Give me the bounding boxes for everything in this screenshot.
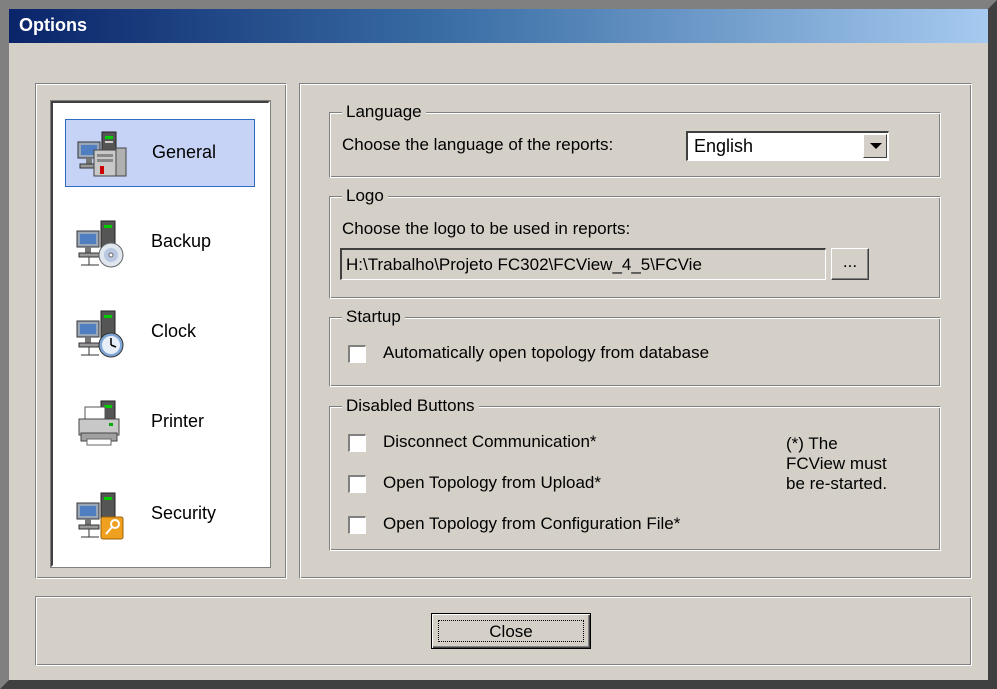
nav-item-backup[interactable]: Backup	[65, 209, 255, 277]
logo-prompt: Choose the logo to be used in reports:	[342, 219, 631, 238]
nav-item-label: General	[152, 142, 217, 162]
title-bar[interactable]: Options	[9, 9, 988, 43]
disconnect-communication-checkbox[interactable]	[347, 433, 367, 453]
disconnect-communication-label[interactable]: Disconnect Communication*	[383, 432, 597, 452]
security-key-icon	[76, 492, 124, 540]
nav-item-security[interactable]: Security	[65, 481, 255, 549]
language-select[interactable]: English	[686, 131, 889, 161]
open-topology-config-file-checkbox[interactable]	[347, 515, 367, 535]
backup-disc-icon	[76, 220, 124, 268]
restart-note-line: be re-started.	[786, 474, 888, 493]
close-button[interactable]: Close	[431, 613, 591, 649]
category-list[interactable]: General Backup Clock Printer Security	[50, 100, 271, 568]
close-button-label: Close	[489, 622, 533, 641]
dropdown-button[interactable]	[863, 134, 887, 158]
logo-path-value: H:\Trabalho\Projeto FC302\FCView_4_5\FCV…	[346, 255, 702, 274]
nav-item-label: Backup	[151, 231, 212, 251]
disabled-buttons-legend: Disabled Buttons	[342, 396, 479, 416]
logo-legend: Logo	[342, 186, 388, 206]
general-computer-icon	[77, 131, 127, 177]
auto-open-topology-checkbox[interactable]	[347, 344, 367, 364]
language-prompt: Choose the language of the reports:	[342, 135, 614, 154]
printer-icon	[78, 400, 120, 446]
nav-item-general[interactable]: General	[65, 119, 255, 187]
restart-note-line: (*) The	[786, 434, 838, 453]
nav-item-label: Clock	[151, 321, 197, 341]
language-legend: Language	[342, 102, 426, 122]
restart-note-line: FCView must	[786, 454, 887, 473]
nav-item-printer[interactable]: Printer	[65, 389, 255, 457]
auto-open-topology-label[interactable]: Automatically open topology from databas…	[383, 343, 709, 363]
open-topology-upload-label[interactable]: Open Topology from Upload*	[383, 473, 601, 493]
nav-item-clock[interactable]: Clock	[65, 299, 255, 367]
startup-legend: Startup	[342, 307, 405, 327]
open-topology-upload-checkbox[interactable]	[347, 474, 367, 494]
chevron-down-icon	[870, 143, 882, 149]
browse-logo-button[interactable]: ...	[831, 248, 869, 280]
nav-item-label: Security	[151, 503, 217, 523]
nav-item-label: Printer	[151, 411, 205, 431]
clock-icon	[76, 310, 124, 358]
restart-note: (*) The FCView must be re-started.	[786, 434, 926, 494]
logo-path-field[interactable]: H:\Trabalho\Projeto FC302\FCView_4_5\FCV…	[340, 248, 826, 280]
open-topology-config-file-label[interactable]: Open Topology from Configuration File*	[383, 514, 680, 534]
window-title: Options	[19, 15, 87, 35]
language-select-value: English	[694, 136, 754, 156]
